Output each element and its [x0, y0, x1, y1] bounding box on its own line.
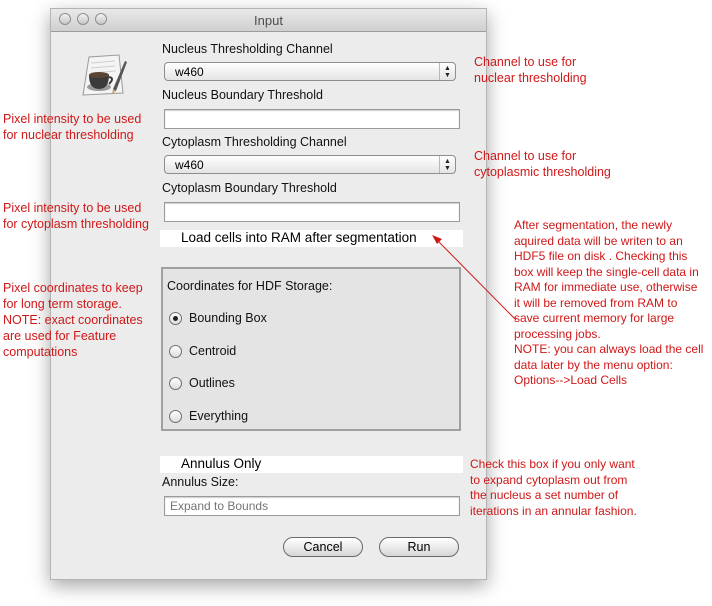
annotation-arrow	[432, 235, 517, 321]
